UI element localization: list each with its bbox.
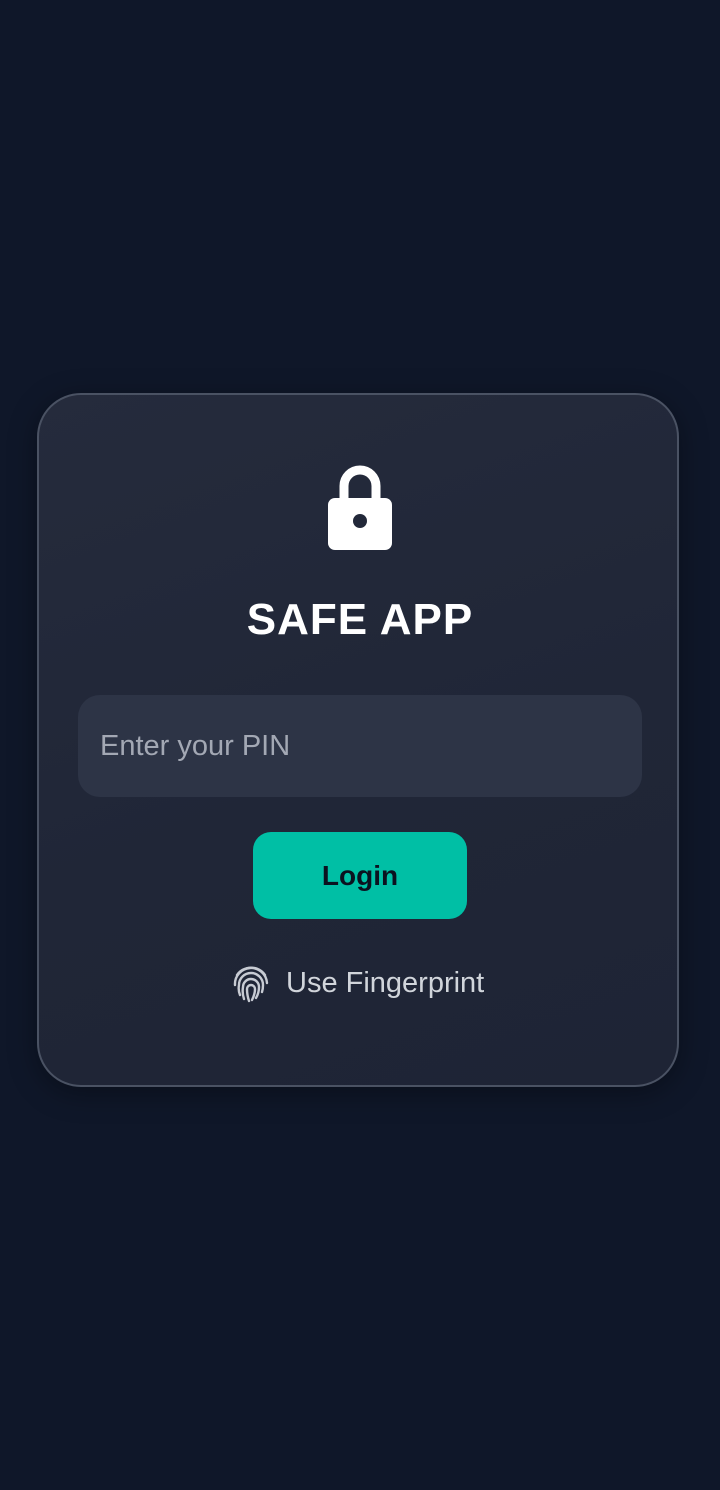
fingerprint-icon [233, 966, 269, 1003]
use-fingerprint-button[interactable]: Use Fingerprint [232, 960, 484, 1006]
pin-input[interactable] [78, 695, 642, 797]
app-title: SAFE APP [246, 595, 474, 644]
login-screen: SAFE APP Login Use Fingerprint [0, 0, 720, 1490]
lock-icon [328, 465, 392, 550]
fingerprint-label: Use Fingerprint [286, 967, 485, 999]
login-button[interactable]: Login [253, 832, 467, 919]
